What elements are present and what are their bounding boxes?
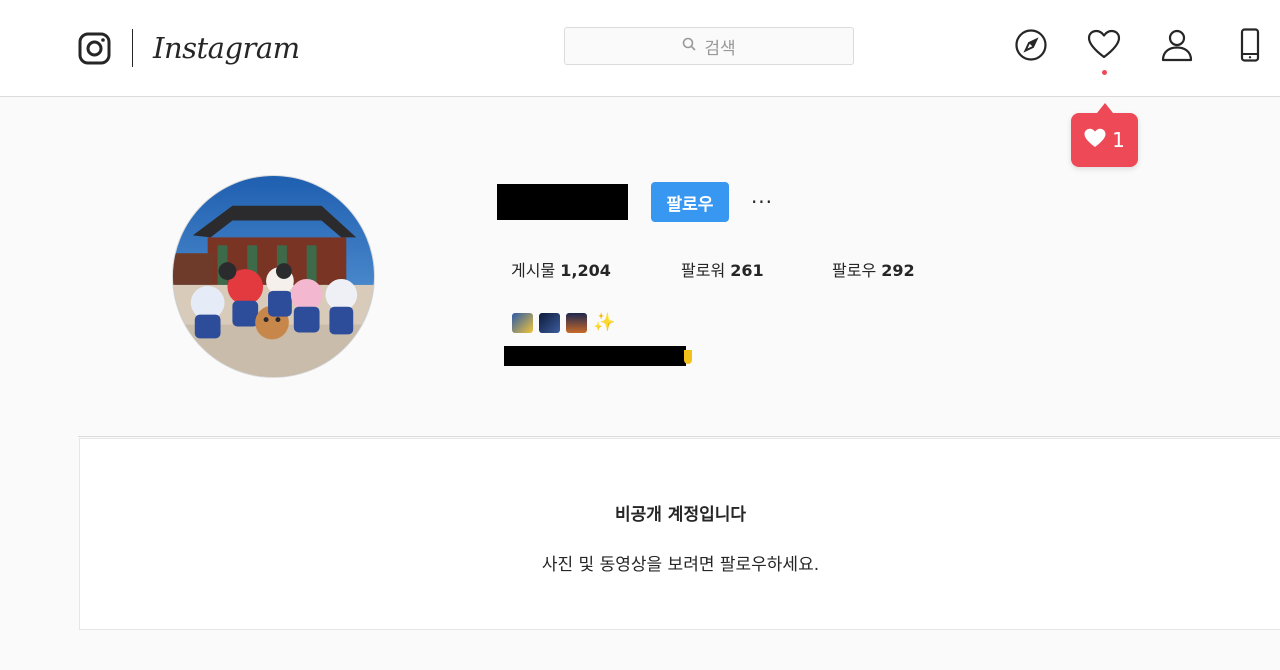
shooting-star-icon <box>512 313 533 333</box>
following-label: 팔로우 <box>832 261 877 280</box>
notification-dot <box>1102 70 1107 75</box>
notification-count: 1 <box>1112 128 1125 152</box>
activity-heart-icon[interactable] <box>1087 28 1121 62</box>
profile-avatar[interactable] <box>172 175 375 378</box>
more-options-icon[interactable]: ··· <box>748 188 776 216</box>
instagram-logo[interactable]: Instagram <box>78 28 300 68</box>
top-navigation: Instagram 검색 <box>0 0 1280 97</box>
bio-emoji-row: ✨ <box>512 313 615 333</box>
search-icon <box>682 36 696 56</box>
following-count: 292 <box>881 261 915 280</box>
night-sky-icon <box>539 313 560 333</box>
private-account-subtitle: 사진 및 동영상을 보려면 팔로우하세요. <box>541 555 820 575</box>
logo-divider <box>132 29 133 67</box>
followers-label: 팔로워 <box>681 261 726 280</box>
following-stat[interactable]: 팔로우 292 <box>832 257 915 281</box>
sparkles-icon: ✨ <box>593 312 616 333</box>
profile-person-icon[interactable] <box>1160 28 1194 62</box>
section-divider <box>78 436 1280 437</box>
search-placeholder: 검색 <box>704 38 736 59</box>
posts-count: 1,204 <box>560 261 611 280</box>
username-redacted <box>497 184 628 220</box>
search-input[interactable]: 검색 <box>564 27 854 65</box>
followers-count: 261 <box>730 261 764 280</box>
heart-filled-icon <box>1084 128 1106 153</box>
instagram-wordmark[interactable]: Instagram <box>153 31 300 65</box>
mobile-phone-icon[interactable] <box>1233 28 1267 62</box>
explore-compass-icon[interactable] <box>1014 28 1048 62</box>
bio-redacted <box>504 346 686 366</box>
posts-stat: 게시물 1,204 <box>511 257 611 281</box>
private-account-notice: 비공개 계정입니다 사진 및 동영상을 보려면 팔로우하세요. <box>79 438 1280 630</box>
instagram-glyph-icon[interactable] <box>78 32 111 65</box>
bio-emoji-partial <box>684 350 692 364</box>
notification-popup[interactable]: 1 <box>1071 103 1138 167</box>
bridge-at-night-icon <box>566 313 587 333</box>
posts-label: 게시물 <box>511 261 556 280</box>
followers-stat[interactable]: 팔로워 261 <box>681 257 764 281</box>
follow-button[interactable]: 팔로우 <box>651 182 729 222</box>
private-account-title: 비공개 계정입니다 <box>614 505 747 525</box>
